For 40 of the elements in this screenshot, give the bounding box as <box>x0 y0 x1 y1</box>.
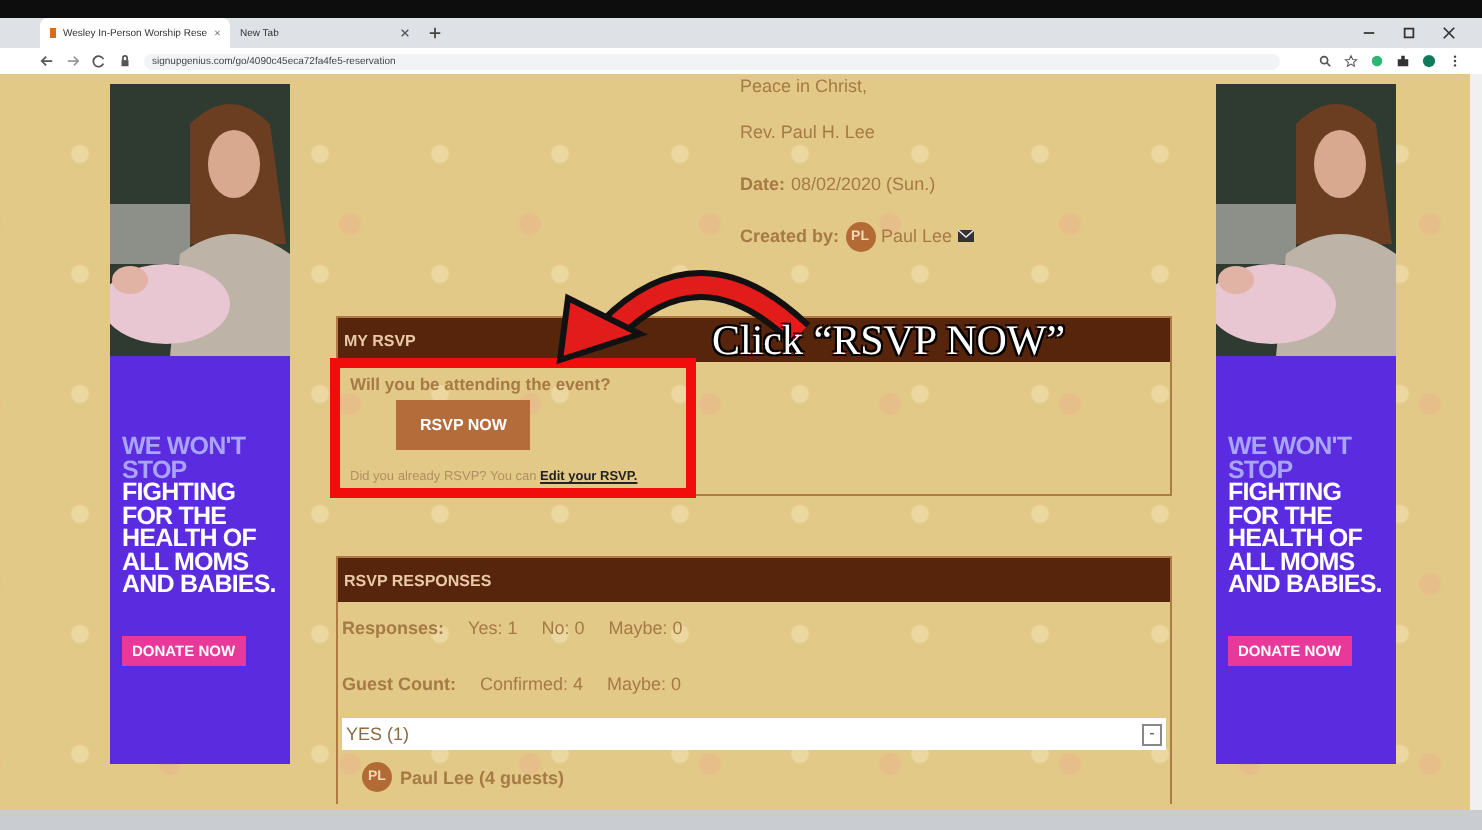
ad-headline: WE WON'T STOP <box>122 432 246 483</box>
back-icon[interactable] <box>40 54 54 68</box>
close-icon[interactable] <box>1442 26 1456 40</box>
profile-icon[interactable] <box>1422 54 1436 68</box>
stat-value: Maybe: 0 <box>607 674 682 694</box>
caption-text: Click “RSVP NOW” <box>712 316 1066 366</box>
ad-headline: WE WON'T STOP <box>1228 432 1352 483</box>
closing-text: Peace in Christ, <box>740 74 870 100</box>
new-tab-icon[interactable] <box>428 26 442 40</box>
question-text: Will you be attending the event? <box>350 374 613 394</box>
collapse-toggle[interactable]: - <box>1142 723 1162 745</box>
lock-icon <box>118 54 132 68</box>
signature-text: Rev. Paul H. Lee <box>740 120 877 146</box>
close-icon[interactable] <box>400 28 410 38</box>
date-label: Date: <box>740 174 786 194</box>
stat-label: Guest Count: <box>342 674 456 694</box>
mail-icon[interactable] <box>958 230 975 242</box>
stat-value: Confirmed: 4 <box>480 674 584 694</box>
group-header[interactable]: YES (1) - <box>342 718 1166 750</box>
panel-header: RSVP RESPONSES <box>338 558 1170 602</box>
created-by-label: Created by: <box>740 226 840 246</box>
rsvp-now-button[interactable]: RSVP NOW <box>396 400 531 450</box>
minimize-icon[interactable] <box>1362 26 1376 40</box>
ad-headline: FIGHTING FOR THE HEALTH OF ALL MOMS AND BABIES. <box>122 478 276 598</box>
stat-label: Responses: <box>342 618 445 638</box>
group-title: YES (1) <box>346 724 410 744</box>
date-value: 08/02/2020 (Sun.) <box>791 174 936 194</box>
menu-icon[interactable] <box>1448 54 1462 68</box>
restore-icon[interactable] <box>1402 26 1416 40</box>
stat-value: No: 0 <box>541 618 585 638</box>
ad-headline: FIGHTING FOR THE HEALTH OF ALL MOMS AND BABIES. <box>1228 478 1382 598</box>
reload-icon[interactable] <box>92 54 106 68</box>
stat-value: Yes: 1 <box>468 618 518 638</box>
member-name: Paul Lee (4 guests) <box>400 767 565 787</box>
forward-icon[interactable] <box>66 54 80 68</box>
site-icon <box>50 28 57 38</box>
stat-value: Maybe: 0 <box>608 618 683 638</box>
search-icon[interactable] <box>1318 54 1332 68</box>
star-icon[interactable] <box>1344 54 1358 68</box>
extension-icon[interactable] <box>1370 54 1384 68</box>
